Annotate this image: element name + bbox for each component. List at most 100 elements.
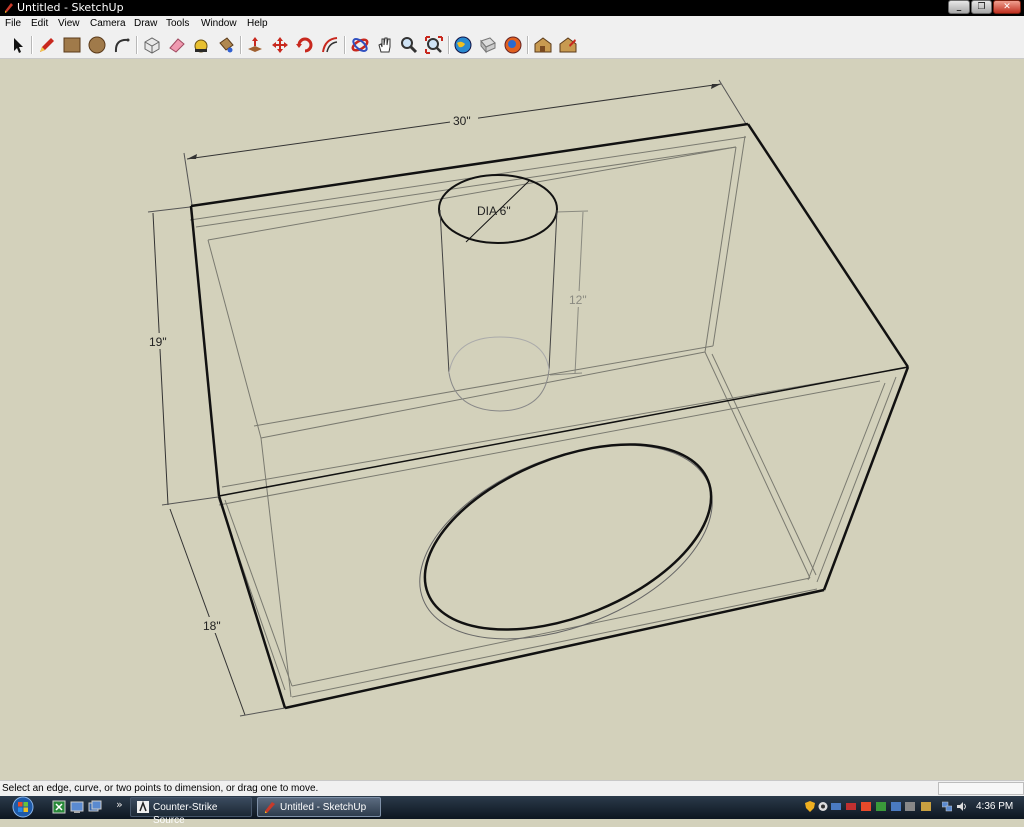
rotate-tool-button[interactable] [295, 35, 315, 55]
box-drawing[interactable]: 30" 19" 18" DIA 6" 12" [0, 59, 1024, 779]
main-toolbar [0, 32, 1024, 59]
component-options-icon [559, 37, 577, 53]
depth-dimension[interactable] [169, 508, 286, 717]
hand-pan-icon [378, 37, 391, 53]
select-tool-button[interactable] [8, 35, 28, 55]
height-dimension[interactable] [147, 206, 219, 506]
zoom-extents-icon [425, 36, 443, 54]
line-tool-button[interactable] [37, 35, 57, 55]
toolbar-separator [240, 36, 242, 54]
taskbar-button-label: Counter-Strike Source [153, 802, 218, 826]
status-bar: Select an edge, curve, or two points to … [0, 780, 1024, 796]
port-length-label[interactable]: 12" [569, 293, 587, 307]
taskbar-clock[interactable]: 4:36 PM [976, 801, 1013, 812]
eraser-tool-button[interactable] [167, 35, 187, 55]
device-tray-icon[interactable] [905, 801, 915, 812]
circle-tool-button[interactable] [87, 35, 107, 55]
rotate-icon [296, 37, 313, 53]
security-shield-icon[interactable] [805, 801, 815, 812]
magnifier-icon [401, 37, 418, 54]
network-icon[interactable] [942, 801, 952, 812]
make-component-tool-button[interactable] [142, 35, 162, 55]
box-hidden-edges [189, 135, 906, 698]
tray-icon[interactable] [921, 801, 931, 812]
house-texture-icon [534, 37, 552, 53]
paint-bucket-icon [219, 37, 234, 53]
pan-tool-button[interactable] [375, 35, 395, 55]
quicklaunch-overflow-icon[interactable]: » [116, 798, 123, 811]
pencil-icon [40, 38, 54, 52]
menu-window[interactable]: Window [201, 17, 237, 31]
menu-camera[interactable]: Camera [90, 17, 126, 31]
orbit-tool-button[interactable] [350, 35, 370, 55]
utility-tray-icon[interactable] [876, 801, 886, 812]
status-message: Select an edge, curve, or two points to … [2, 783, 319, 794]
title-bar: Untitled - SketchUp _ ❐ ✕ [0, 0, 1024, 16]
depth-dimension-label[interactable]: 18" [203, 619, 221, 633]
menu-draw[interactable]: Draw [134, 17, 157, 31]
get-models-tool-button[interactable] [453, 35, 473, 55]
rectangle-tool-button[interactable] [62, 35, 82, 55]
counter-strike-icon [137, 801, 149, 813]
paint-bucket-tool-button[interactable] [216, 35, 236, 55]
show-desktop-icon[interactable] [70, 800, 84, 814]
switch-windows-icon[interactable] [88, 800, 102, 814]
menu-tools[interactable]: Tools [166, 17, 189, 31]
zoom-extents-tool-button[interactable] [424, 35, 444, 55]
close-button[interactable]: ✕ [993, 0, 1021, 14]
height-dimension-label[interactable]: 19" [149, 335, 167, 349]
maximize-button[interactable]: ❐ [971, 0, 992, 14]
restore-icon: ❐ [977, 2, 986, 12]
value-control-box[interactable] [938, 782, 1024, 795]
orbit-icon [351, 38, 369, 52]
update-tray-icon[interactable] [861, 801, 871, 812]
move-tool-button[interactable] [270, 35, 290, 55]
messenger-tray-icon[interactable] [891, 801, 901, 812]
taskbar-button-counter-strike[interactable]: Counter-Strike Source [130, 797, 252, 826]
toolbar-separator [136, 36, 138, 54]
share-component-tool-button[interactable] [503, 35, 523, 55]
arc-icon [114, 38, 130, 53]
minimize-button[interactable]: _ [948, 0, 970, 14]
get-photo-texture-tool-button[interactable] [533, 35, 553, 55]
offset-tool-button[interactable] [320, 35, 340, 55]
windows-taskbar: » Counter-Strike Source Untitled - Sketc… [0, 796, 1024, 826]
toolbar-separator [31, 36, 33, 54]
menu-view[interactable]: View [58, 17, 80, 31]
arc-tool-button[interactable] [112, 35, 132, 55]
sketchup-app-icon [5, 3, 13, 13]
tape-measure-icon [194, 39, 208, 53]
eraser-icon [169, 38, 185, 53]
component-options-tool-button[interactable] [558, 35, 578, 55]
toolbar-separator [527, 36, 529, 54]
share-model-icon [480, 37, 496, 54]
sketchup-taskbar-icon [265, 802, 275, 813]
menu-edit[interactable]: Edit [31, 17, 48, 31]
minimize-icon: _ [956, 2, 962, 12]
move-arrows-icon [272, 37, 288, 53]
woofer-cutout[interactable] [392, 406, 741, 677]
close-icon: ✕ [1003, 2, 1011, 12]
drawing-viewport[interactable]: 30" 19" 18" DIA 6" 12" [0, 59, 1024, 779]
share-component-icon [504, 36, 522, 54]
taskbar-button-sketchup[interactable]: Untitled - SketchUp [257, 797, 381, 817]
toolbar-separator [448, 36, 450, 54]
toolbar-separator [344, 36, 346, 54]
push-pull-icon [248, 37, 262, 52]
audio-device-tray-icon[interactable] [846, 801, 856, 812]
volume-icon[interactable] [957, 801, 967, 812]
push-pull-tool-button[interactable] [245, 35, 265, 55]
steam-tray-icon[interactable] [818, 801, 828, 812]
width-dimension[interactable] [183, 79, 747, 206]
menu-help[interactable]: Help [247, 17, 268, 31]
menu-file[interactable]: File [5, 17, 21, 31]
width-dimension-label[interactable]: 30" [453, 114, 471, 128]
excel-quicklaunch-icon[interactable] [52, 800, 66, 814]
windows-start-orb-icon[interactable] [8, 796, 38, 818]
component-box-icon [144, 37, 160, 54]
port-diameter-label[interactable]: DIA 6" [477, 204, 511, 218]
share-model-tool-button[interactable] [478, 35, 498, 55]
tape-measure-tool-button[interactable] [191, 35, 211, 55]
zoom-tool-button[interactable] [399, 35, 419, 55]
tray-app-icon[interactable] [831, 801, 841, 812]
